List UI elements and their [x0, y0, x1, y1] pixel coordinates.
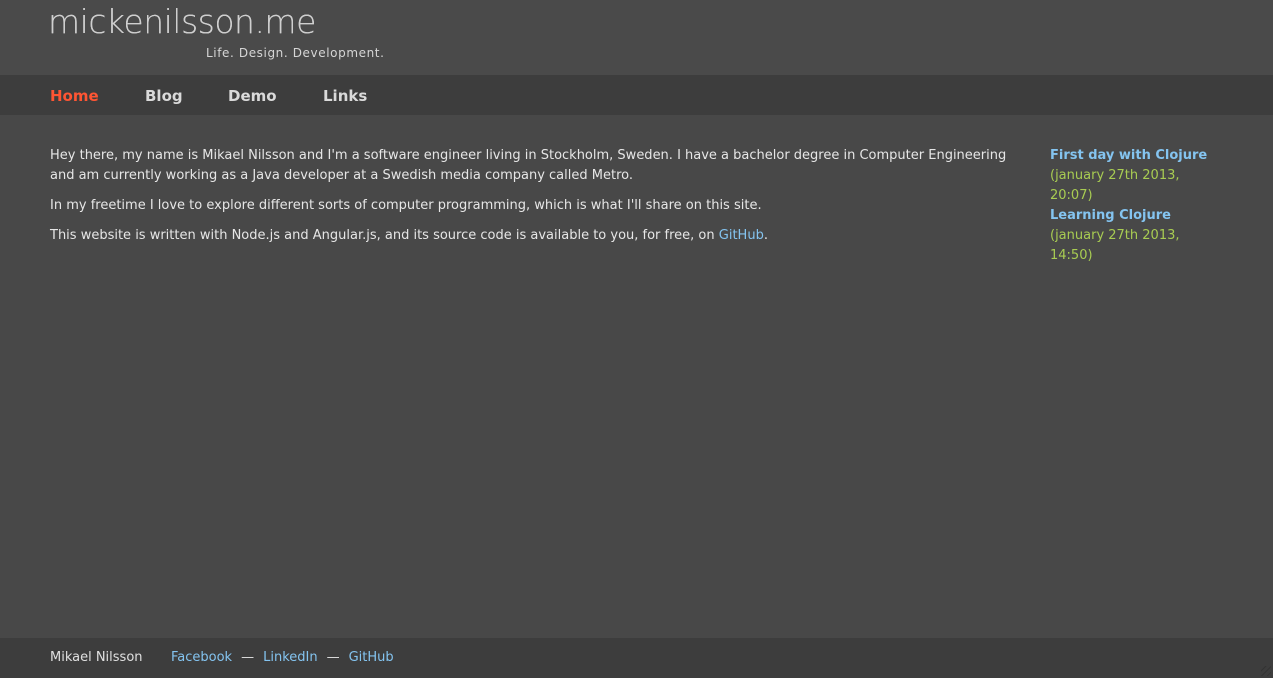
nav-item-blog[interactable]: Blog [145, 86, 183, 106]
post-item: First day with Clojure (january 27th 201… [1050, 146, 1225, 206]
source-suffix: . [763, 228, 768, 243]
post-item: Learning Clojure (january 27th 2013, 14:… [1050, 206, 1225, 266]
main-content: Hey there, my name is Mikael Nilsson and… [50, 146, 1010, 256]
footer-separator: — [241, 650, 255, 665]
nav-item-links[interactable]: Links [323, 86, 367, 106]
site-header: mickenilsson.me Life. Design. Developmen… [0, 0, 1273, 75]
github-link[interactable]: GitHub [719, 228, 764, 243]
intro-paragraph: Hey there, my name is Mikael Nilsson and… [50, 148, 1007, 183]
post-date: (january 27th 2013, 20:07) [1050, 168, 1180, 203]
footer-name: Mikael Nilsson [50, 650, 143, 665]
source-text: This website is written with Node.js and… [50, 228, 719, 243]
facebook-link[interactable]: Facebook [171, 650, 232, 665]
footer-separator: — [326, 650, 340, 665]
footer-github-link[interactable]: GitHub [349, 650, 394, 665]
resize-grip-icon[interactable] [1261, 666, 1271, 676]
nav-item-demo[interactable]: Demo [228, 86, 277, 106]
recent-posts: First day with Clojure (january 27th 201… [1050, 146, 1225, 266]
nav-item-home[interactable]: Home [50, 86, 99, 106]
site-tagline: Life. Design. Development. [206, 46, 385, 60]
source-paragraph: This website is written with Node.js and… [50, 226, 1010, 246]
site-footer: Mikael Nilsson Facebook — LinkedIn — GitHub [0, 638, 1273, 678]
post-link[interactable]: Learning Clojure [1050, 208, 1171, 223]
site-logo[interactable]: mickenilsson.me [48, 2, 316, 42]
main-nav: Home Blog Demo Links [0, 75, 1273, 115]
post-date: (january 27th 2013, 14:50) [1050, 228, 1180, 263]
freetime-paragraph: In my freetime I love to explore differe… [50, 198, 762, 213]
footer-links: Facebook — LinkedIn — GitHub [171, 648, 394, 668]
linkedin-link[interactable]: LinkedIn [263, 650, 317, 665]
post-link[interactable]: First day with Clojure [1050, 148, 1207, 163]
